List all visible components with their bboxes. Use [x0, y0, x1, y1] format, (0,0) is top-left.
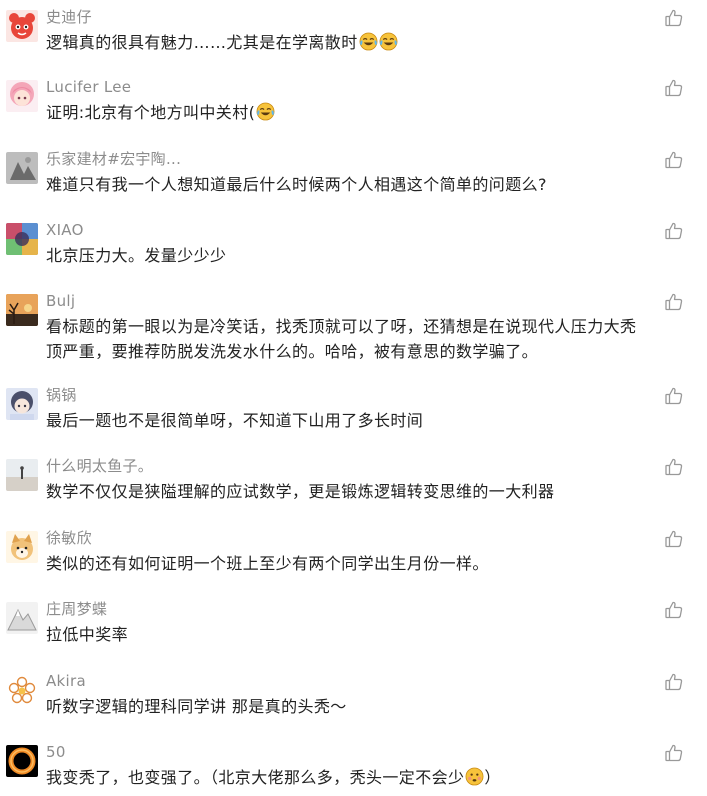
thumbs-up-icon[interactable] — [664, 457, 684, 477]
commenter-name[interactable]: Bulj — [46, 291, 75, 311]
comment-text-body: 类似的还有如何证明一个班上至少有两个同学出生月份一样。 — [46, 554, 489, 573]
comment-text: 北京压力大。发量少少少 — [46, 243, 646, 268]
comment-text: 最后一题也不是很简单呀，不知道下山用了多长时间 — [46, 408, 646, 433]
comment-text-body: 逻辑真的很具有魅力……尤其是在学离散时 — [46, 33, 358, 52]
comment-item: 徐敏欣类似的还有如何证明一个班上至少有两个同学出生月份一样。 — [0, 528, 707, 603]
avatar[interactable] — [6, 459, 38, 491]
comment-text-body: 看标题的第一眼以为是冷笑话，找秃顶就可以了呀，还猜想是在说现代人压力大秃顶严重，… — [46, 317, 637, 361]
thumbs-up-icon[interactable] — [664, 78, 684, 98]
comment-text: 拉低中奖率 — [46, 622, 646, 647]
comment-text: 证明:北京有个地方叫中关村( — [46, 100, 646, 125]
laugh-cry-icon — [359, 32, 378, 51]
comment-text-body: 难道只有我一个人想知道最后什么时候两个人相遇这个简单的问题么? — [46, 175, 547, 194]
thumbs-up-icon[interactable] — [664, 600, 684, 620]
thumbs-up-icon[interactable] — [664, 221, 684, 241]
commenter-name[interactable]: 徐敏欣 — [46, 528, 92, 548]
comment-text-body: 数学不仅仅是狭隘理解的应试数学，更是锻炼逻辑转变思维的一大利器 — [46, 482, 555, 501]
comment-item: 乐家建材#宏宇陶... 难道只有我一个人想知道最后什么时候两个人相遇这个简单的问题… — [0, 149, 707, 224]
avatar[interactable] — [6, 294, 38, 326]
thumbs-up-icon[interactable] — [664, 292, 684, 312]
comment-item: 庄周梦蝶 拉低中奖率 — [0, 599, 707, 674]
avatar[interactable] — [6, 223, 38, 255]
commenter-name[interactable]: Lucifer Lee — [46, 77, 131, 97]
commenter-name[interactable]: 庄周梦蝶 — [46, 599, 107, 619]
comment-text: 难道只有我一个人想知道最后什么时候两个人相遇这个简单的问题么? — [46, 172, 646, 197]
comment-text-body: 拉低中奖率 — [46, 625, 129, 644]
avatar[interactable] — [6, 602, 38, 634]
comment-text: 类似的还有如何证明一个班上至少有两个同学出生月份一样。 — [46, 551, 646, 576]
comment-item: Lucifer Lee 证明:北京有个地方叫中关村( — [0, 77, 707, 152]
comment-text: 看标题的第一眼以为是冷笑话，找秃顶就可以了呀，还猜想是在说现代人压力大秃顶严重，… — [46, 314, 646, 364]
commenter-name[interactable]: 锅锅 — [46, 385, 77, 405]
thumbs-up-icon[interactable] — [664, 8, 684, 28]
avatar[interactable] — [6, 388, 38, 420]
avatar[interactable] — [6, 531, 38, 563]
thumbs-up-icon[interactable] — [664, 672, 684, 692]
avatar[interactable] — [6, 10, 38, 42]
comment-item: 史迪仔逻辑真的很具有魅力……尤其是在学离散时 — [0, 7, 707, 82]
comment-text-body: 北京压力大。发量少少少 — [46, 246, 227, 265]
commenter-name[interactable]: 50 — [46, 742, 66, 762]
comment-item: 50 我变秃了，也变强了。（北京大佬那么多，秃头一定不会少 ） — [0, 742, 707, 796]
comment-item: 锅锅最后一题也不是很简单呀，不知道下山用了多长时间 — [0, 385, 707, 460]
comment-text-body: 最后一题也不是很简单呀，不知道下山用了多长时间 — [46, 411, 424, 430]
comment-text: 数学不仅仅是狭隘理解的应试数学，更是锻炼逻辑转变思维的一大利器 — [46, 479, 646, 504]
comment-text: 我变秃了，也变强了。（北京大佬那么多，秃头一定不会少 ） — [46, 765, 646, 790]
comment-text-body: 我变秃了，也变强了。（北京大佬那么多，秃头一定不会少 — [46, 768, 465, 787]
comment-item: Bulj 看标题的第一眼以为是冷笑话，找秃顶就可以了呀，还猜想是在说现代人压力大秃… — [0, 291, 707, 366]
laugh-cry-icon — [256, 102, 275, 121]
comment-text-tail: ） — [484, 768, 501, 787]
comment-item: 什么明太鱼子。数学不仅仅是狭隘理解的应试数学，更是锻炼逻辑转变思维的一大利器 — [0, 456, 707, 531]
comment-text: 逻辑真的很具有魅力……尤其是在学离散时 — [46, 30, 646, 55]
avatar[interactable] — [6, 745, 38, 777]
laugh-cry-icon — [379, 32, 398, 51]
comment-item: Akira 听数字逻辑的理科同学讲 那是真的头秃～ — [0, 671, 707, 746]
avatar[interactable] — [6, 674, 38, 706]
avatar[interactable] — [6, 152, 38, 184]
commenter-name[interactable]: 乐家建材#宏宇陶... — [46, 149, 181, 169]
thumbs-up-icon[interactable] — [664, 529, 684, 549]
embarrassed-face-icon — [465, 767, 484, 786]
comment-list: 史迪仔 逻辑真的很具有魅力……尤其是在学离散时 Lucifer Lee 证明:北京有个… — [0, 0, 707, 796]
commenter-name[interactable]: 史迪仔 — [46, 7, 92, 27]
comment-text-body: 证明:北京有个地方叫中关村( — [46, 103, 256, 122]
comment-text: 听数字逻辑的理科同学讲 那是真的头秃～ — [46, 694, 646, 719]
thumbs-up-icon[interactable] — [664, 386, 684, 406]
comment-item: XIAO 北京压力大。发量少少少 — [0, 220, 707, 295]
thumbs-up-icon[interactable] — [664, 150, 684, 170]
commenter-name[interactable]: XIAO — [46, 220, 84, 240]
commenter-name[interactable]: Akira — [46, 671, 86, 691]
thumbs-up-icon[interactable] — [664, 743, 684, 763]
commenter-name[interactable]: 什么明太鱼子。 — [46, 456, 153, 476]
avatar[interactable] — [6, 80, 38, 112]
comment-text-body: 听数字逻辑的理科同学讲 那是真的头秃～ — [46, 697, 347, 716]
